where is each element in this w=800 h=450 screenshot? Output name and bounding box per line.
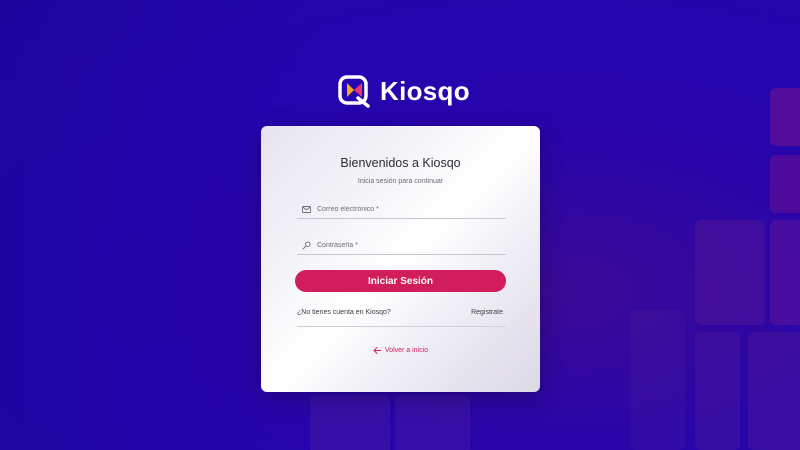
background-tile: [630, 310, 685, 450]
register-link[interactable]: Registrate: [471, 309, 503, 316]
background-tile: [310, 395, 390, 450]
login-page: Kiosqo Bienvenidos a Kiosqo Inicia sesió…: [0, 0, 800, 450]
login-title: Bienvenidos a Kiosqo: [340, 156, 461, 170]
background-tile: [770, 88, 800, 146]
signup-row: ¿No tienes cuenta en Kiosqo? Registrate: [297, 309, 503, 316]
password-input[interactable]: [317, 241, 487, 249]
email-input[interactable]: [317, 205, 487, 213]
password-field[interactable]: [297, 236, 506, 255]
background-tile: [695, 220, 765, 325]
no-account-text: ¿No tienes cuenta en Kiosqo?: [297, 309, 391, 316]
background-tile: [395, 395, 470, 450]
key-icon: [301, 240, 311, 250]
background-tile: [770, 155, 800, 213]
background-tile: [748, 332, 800, 450]
login-card: Bienvenidos a Kiosqo Inicia sesión para …: [261, 126, 540, 392]
brand-logo: Kiosqo: [338, 74, 470, 108]
background-tile: [695, 332, 740, 450]
back-to-home-label: Volver a inicio: [384, 347, 429, 354]
divider: [297, 326, 506, 327]
back-to-home-link[interactable]: Volver a inicio: [261, 346, 540, 355]
login-subtitle: Inicia sesión para continuar: [357, 178, 444, 185]
email-field[interactable]: [297, 200, 506, 219]
mail-icon: [301, 204, 311, 214]
arrow-left-icon: [373, 346, 382, 355]
brand-name: Kiosqo: [380, 76, 470, 106]
background-tile: [770, 220, 800, 325]
login-button[interactable]: Iniciar Sesión: [295, 270, 506, 292]
kiosqo-logo-icon: [338, 75, 370, 108]
